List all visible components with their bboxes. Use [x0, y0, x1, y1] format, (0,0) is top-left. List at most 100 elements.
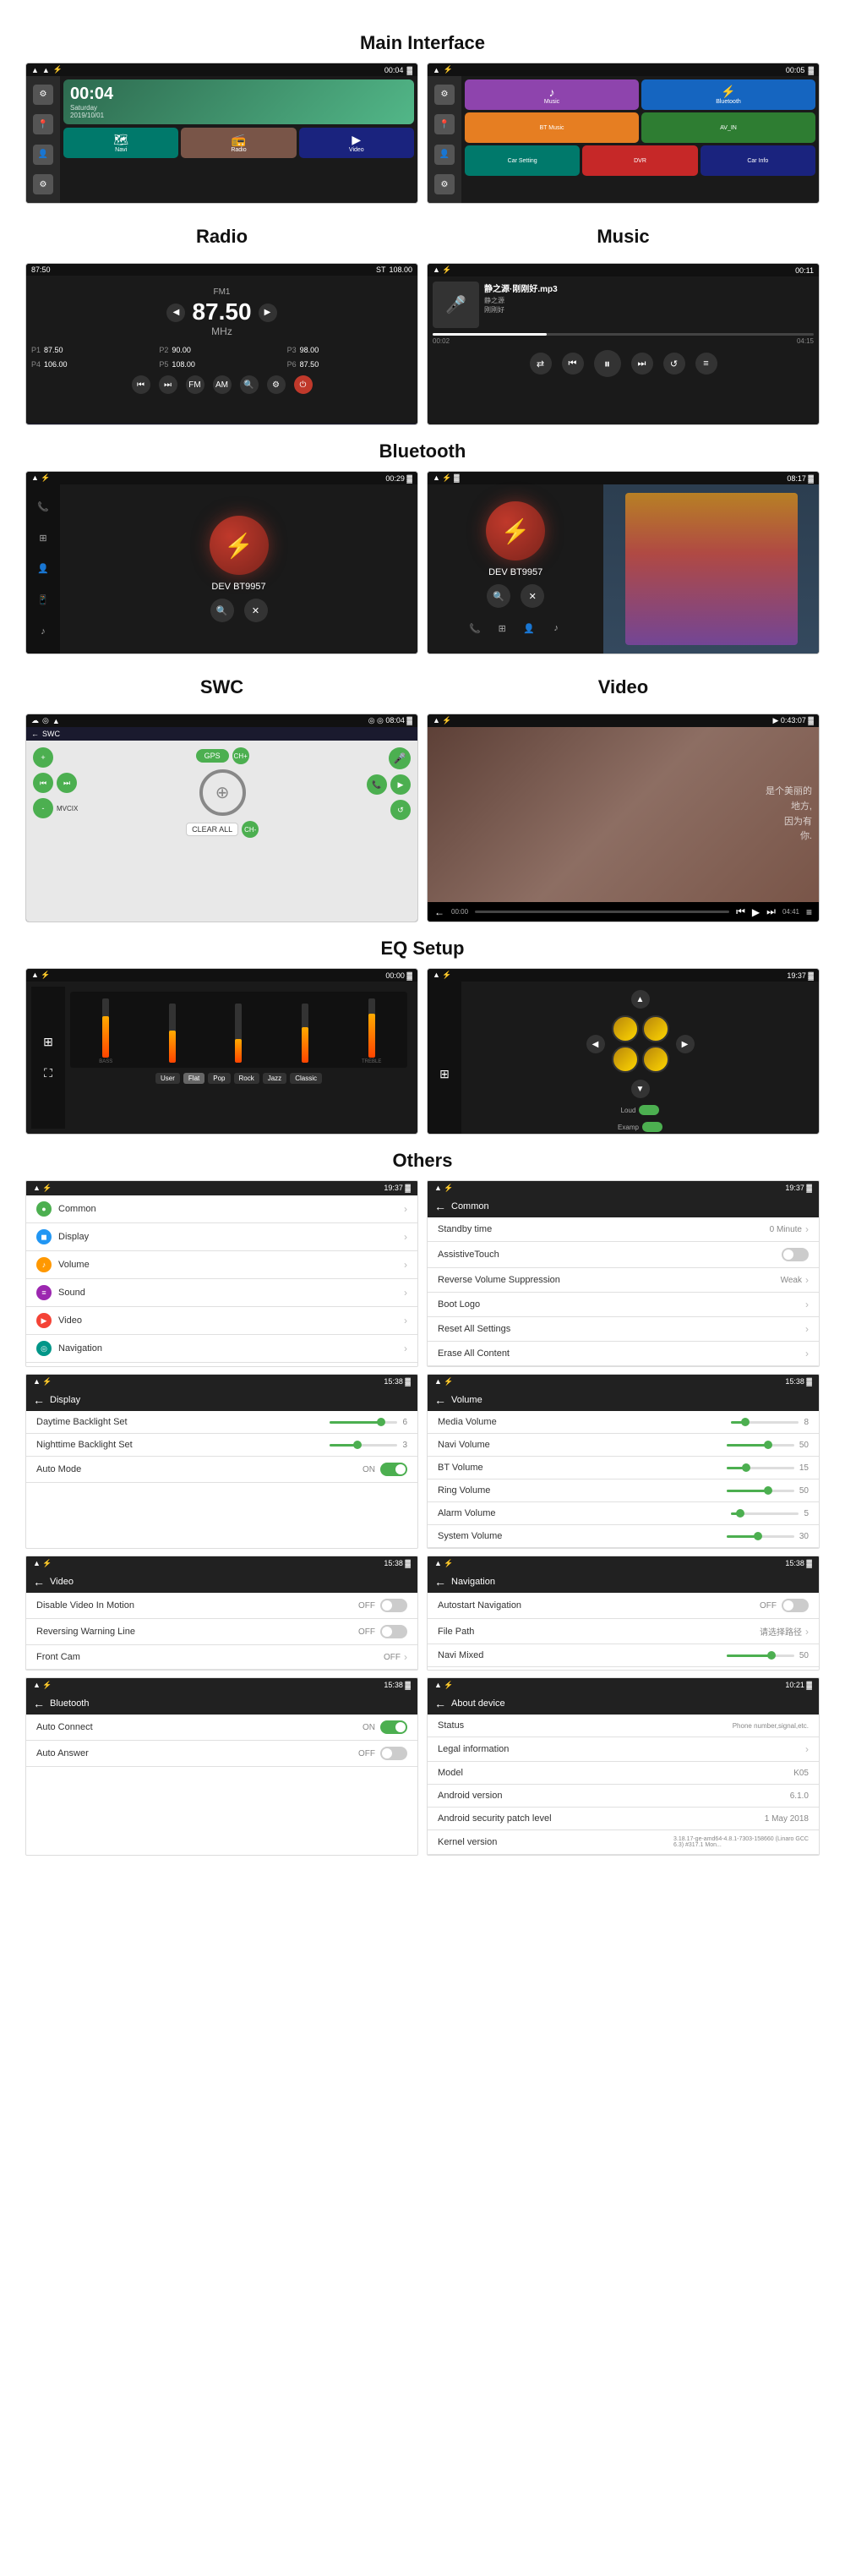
bt-grid-icon[interactable]: ⊞ — [493, 620, 510, 637]
eq-dial-2[interactable] — [642, 1015, 669, 1042]
music-next[interactable]: ⏭ — [631, 353, 653, 375]
app-avin[interactable]: AV_IN — [641, 112, 815, 143]
clear-all-button[interactable]: CLEAR ALL — [186, 823, 238, 836]
common-item-standby[interactable]: Standby time 0 Minute › — [428, 1217, 819, 1242]
eq-preset-user[interactable]: User — [155, 1073, 180, 1084]
eq-preset-rock[interactable]: Rock — [234, 1073, 259, 1084]
preset-p2[interactable]: P2 90.00 — [159, 344, 284, 356]
radio-next-btn[interactable]: ▶ — [259, 304, 277, 322]
radio-search[interactable]: 🔍 — [240, 375, 259, 394]
display-slider-day[interactable] — [330, 1421, 397, 1424]
video-prev-btn[interactable]: ⏮ — [736, 905, 745, 918]
about-item-legal[interactable]: Legal information › — [428, 1737, 819, 1762]
radio-ctrl1[interactable]: ⏮ — [132, 375, 150, 394]
preset-p5[interactable]: P5 108.00 — [159, 358, 284, 370]
radio-eq-ctrl[interactable]: ⚙ — [267, 375, 286, 394]
eq-dial-3[interactable] — [612, 1046, 639, 1073]
settings-item-volume[interactable]: ♪ Volume › — [26, 1251, 417, 1279]
volume-slider-system[interactable] — [727, 1535, 794, 1538]
eq-preset-flat[interactable]: Flat — [183, 1073, 204, 1084]
app-btmusic[interactable]: BT Music — [465, 112, 639, 143]
eq-sidebar-icon2[interactable]: ⊞ — [439, 1067, 450, 1081]
app-bluetooth[interactable]: ⚡ Bluetooth — [641, 79, 815, 110]
bt-settings-back-arrow[interactable]: ← — [33, 1697, 45, 1710]
bt-item-autoconnect[interactable]: Auto Connect ON — [26, 1715, 417, 1741]
music-prev[interactable]: ⏮ — [562, 353, 584, 375]
eq-examp-toggle[interactable] — [642, 1122, 662, 1132]
music-shuffle[interactable]: ⇄ — [530, 353, 552, 375]
eq-nav-up[interactable]: ▲ — [631, 990, 650, 1009]
bt-item-autoanswer[interactable]: Auto Answer OFF — [26, 1741, 417, 1767]
sidebar-gear2-icon[interactable]: ⚙ — [33, 174, 53, 194]
video-item-reversing[interactable]: Reversing Warning Line OFF — [26, 1619, 417, 1645]
sidebar-location-icon2[interactable]: 📍 — [434, 114, 455, 134]
app-video[interactable]: ▶ Video — [299, 128, 414, 158]
eq-dial-4[interactable] — [642, 1046, 669, 1073]
radio-mode-fm[interactable]: FM — [186, 375, 204, 394]
video-toggle-disable[interactable] — [380, 1599, 407, 1612]
app-carinfo[interactable]: Car Info — [701, 145, 815, 176]
display-item-auto[interactable]: Auto Mode ON — [26, 1457, 417, 1483]
eq-nav-left[interactable]: ◀ — [586, 1035, 605, 1053]
bt-sidebar-music[interactable]: ♪ — [35, 623, 52, 640]
sidebar-gear3-icon[interactable]: ⚙ — [434, 174, 455, 194]
nav-settings-back-arrow[interactable]: ← — [434, 1575, 446, 1589]
music-pause[interactable]: ⏸ — [594, 350, 621, 377]
swc-gps-btn[interactable]: GPS — [196, 749, 229, 763]
eq-loud-toggle[interactable] — [639, 1105, 659, 1115]
eq-sidebar-icon[interactable]: ⊞ — [43, 1035, 53, 1049]
eq-preset-pop[interactable]: Pop — [208, 1073, 230, 1084]
volume-slider-alarm[interactable] — [731, 1512, 799, 1515]
settings-item-common[interactable]: ● Common › — [26, 1195, 417, 1223]
music-progress[interactable]: 00:02 04:15 — [433, 333, 814, 345]
sidebar-location-icon[interactable]: 📍 — [33, 114, 53, 134]
back-arrow-swc[interactable]: ← — [31, 730, 39, 738]
swc-ff[interactable]: ⏭ — [57, 773, 77, 793]
bt-action-search[interactable]: 🔍 — [210, 599, 234, 622]
preset-p6[interactable]: P6 87.50 — [287, 358, 412, 370]
sidebar-person-icon2[interactable]: 👤 — [434, 145, 455, 165]
about-back-arrow[interactable]: ← — [434, 1697, 446, 1710]
nav-slider-mixed[interactable] — [727, 1654, 794, 1657]
video-toggle-reversing[interactable] — [380, 1625, 407, 1638]
eq-dial-1[interactable] — [612, 1015, 639, 1042]
common-back-arrow[interactable]: ← — [434, 1200, 446, 1213]
nav-item-filepath[interactable]: File Path 请选择路径 › — [428, 1619, 819, 1644]
video-item-frontcam[interactable]: Front Cam OFF › — [26, 1645, 417, 1670]
settings-item-nav[interactable]: ◎ Navigation › — [26, 1335, 417, 1363]
nav-toggle-autostart[interactable] — [782, 1599, 809, 1612]
app-music[interactable]: ♪ Music — [465, 79, 639, 110]
swc-phone-call[interactable]: 📞 — [367, 774, 387, 795]
swc-mic-btn[interactable]: 🎤 — [389, 747, 411, 769]
video-progress-bar[interactable] — [475, 911, 729, 913]
bt-sidebar-phone[interactable]: 📞 — [35, 498, 52, 515]
video-list-btn[interactable]: ≡ — [806, 906, 812, 918]
bt-sidebar-grid[interactable]: ⊞ — [35, 529, 52, 546]
settings-item-sound[interactable]: ≡ Sound › — [26, 1279, 417, 1307]
swc-vol-up[interactable]: + — [33, 747, 53, 768]
app-navi[interactable]: 🗺 Navi — [63, 128, 178, 158]
preset-p1[interactable]: P1 87.50 — [31, 344, 156, 356]
swc-rewind[interactable]: ⏮ — [33, 773, 53, 793]
app-dvr[interactable]: DVR — [582, 145, 697, 176]
display-back-arrow[interactable]: ← — [33, 1393, 45, 1407]
swc-ch-plus[interactable]: CH+ — [232, 747, 249, 764]
swc-ch-minus[interactable]: CH- — [242, 821, 259, 838]
bt-music2-icon[interactable]: ♪ — [548, 620, 564, 637]
app-radio[interactable]: 📻 Radio — [181, 128, 296, 158]
eq-fullscreen-icon[interactable]: ⛶ — [44, 1066, 52, 1080]
video-item-disable[interactable]: Disable Video In Motion OFF — [26, 1593, 417, 1619]
eq-preset-classic[interactable]: Classic — [290, 1073, 322, 1084]
nav-item-autostart[interactable]: Autostart Navigation OFF — [428, 1593, 819, 1619]
music-repeat[interactable]: ↺ — [663, 353, 685, 375]
settings-item-display[interactable]: ◼ Display › — [26, 1223, 417, 1251]
bt-person-icon[interactable]: 👤 — [521, 620, 537, 637]
common-toggle-assistive[interactable] — [782, 1248, 809, 1261]
radio-mode-am[interactable]: AM — [213, 375, 232, 394]
bt-toggle-autoconnect[interactable] — [380, 1720, 407, 1734]
swc-arrow-right[interactable]: ▶ — [390, 774, 411, 795]
volume-slider-media[interactable] — [731, 1421, 799, 1424]
common-item-bootlogo[interactable]: Boot Logo › — [428, 1293, 819, 1317]
preset-p3[interactable]: P3 98.00 — [287, 344, 412, 356]
bt-action-close[interactable]: ✕ — [244, 599, 268, 622]
